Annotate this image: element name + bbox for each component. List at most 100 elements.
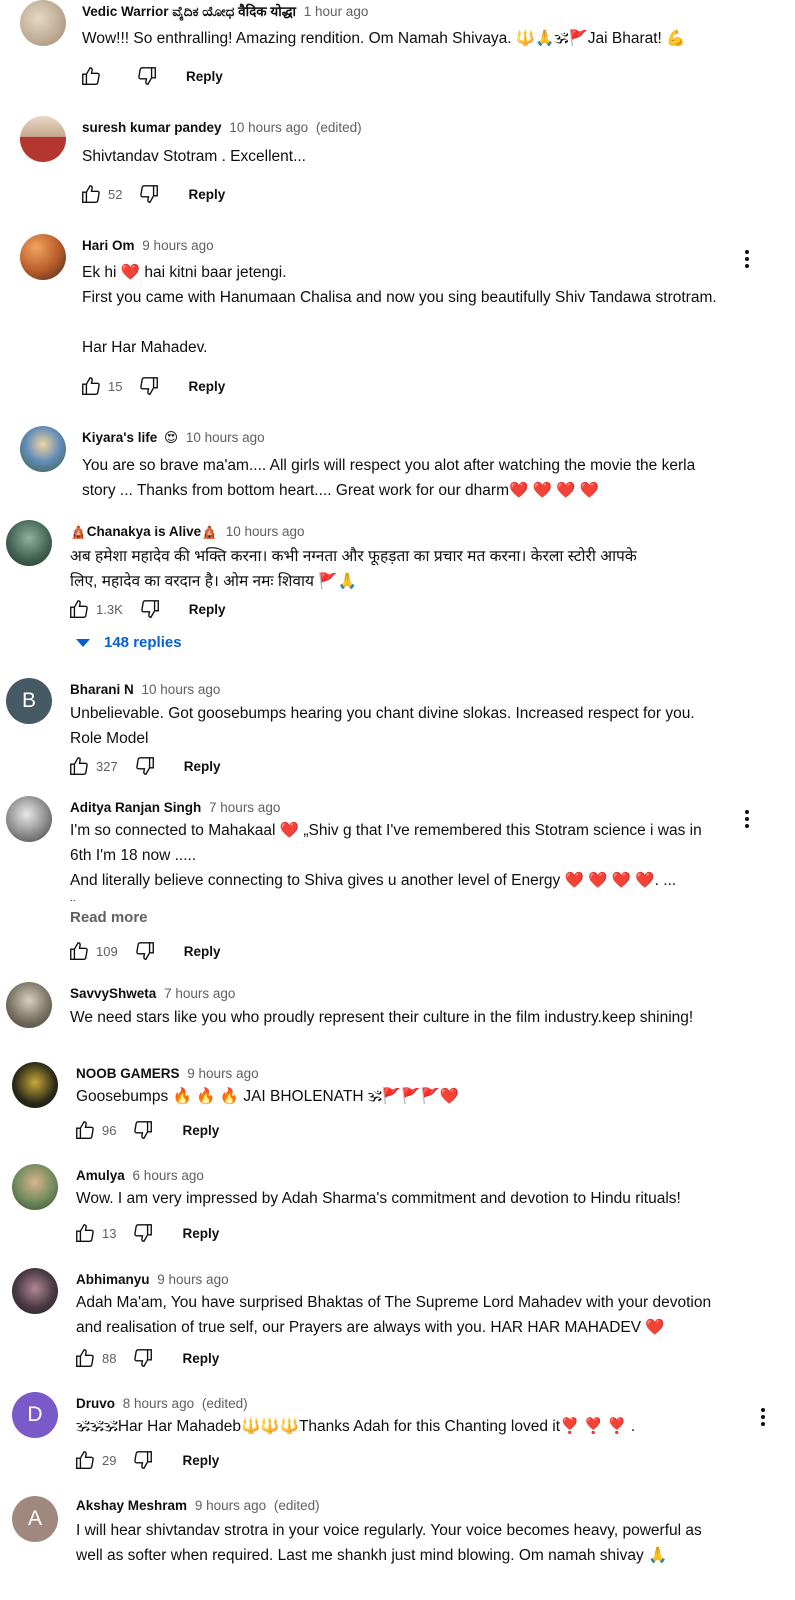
dislike-icon[interactable] [136, 373, 162, 399]
avatar[interactable]: B [6, 678, 52, 724]
like-count: 327 [96, 758, 118, 774]
more-options-icon[interactable] [737, 246, 757, 272]
comment-author[interactable]: SavvyShweta [70, 986, 156, 1001]
avatar[interactable] [6, 796, 52, 842]
comment-time[interactable]: 10 hours ago [229, 120, 308, 135]
like-icon[interactable] [78, 373, 104, 399]
dislike-icon[interactable] [136, 181, 162, 207]
avatar[interactable]: D [12, 1392, 58, 1438]
comment-text: Unbelievable. Got goosebumps hearing you… [70, 705, 695, 747]
emoji-badge: 😍 [164, 430, 179, 445]
comment-text: Wow!!! So enthralling! Amazing rendition… [82, 30, 686, 47]
avatar-letter: D [27, 1403, 43, 1426]
like-icon[interactable] [72, 1345, 98, 1371]
avatar[interactable] [20, 116, 66, 162]
edited-label: (edited) [273, 1498, 320, 1513]
reply-button[interactable]: Reply [186, 69, 223, 84]
comment-time[interactable]: 6 hours ago [133, 1168, 204, 1183]
comment-text: We need stars like you who proudly repre… [70, 1009, 694, 1026]
comment-time[interactable]: 8 hours ago [123, 1396, 194, 1411]
dislike-icon[interactable] [130, 1117, 156, 1143]
comment-author[interactable]: Abhimanyu [76, 1272, 150, 1287]
comment-text: Wow. I am very impressed by Adah Sharma'… [76, 1190, 681, 1207]
avatar[interactable] [12, 1062, 58, 1108]
dislike-icon[interactable] [130, 1345, 156, 1371]
comment-author[interactable]: Akshay Meshram [76, 1498, 187, 1513]
like-icon[interactable] [66, 753, 92, 779]
dislike-icon[interactable] [132, 938, 158, 964]
reply-button[interactable]: Reply [182, 1226, 219, 1241]
avatar[interactable] [12, 1164, 58, 1210]
edited-label: (edited) [315, 120, 362, 135]
comment-author[interactable]: Vedic Warrior ವೈದಿಕ ಯೋಧ वैदिक योद्धा [82, 4, 296, 19]
comment-author[interactable]: Amulya [76, 1168, 125, 1183]
reply-button[interactable]: Reply [188, 379, 225, 394]
comment-text: Ek hi ❤️ hai kitni baar jetengi. First y… [82, 264, 717, 356]
avatar[interactable] [12, 1268, 58, 1314]
comment-author[interactable]: Druvo [76, 1396, 115, 1411]
avatar[interactable] [20, 0, 66, 46]
avatar[interactable] [20, 426, 66, 472]
reply-button[interactable]: Reply [189, 602, 226, 617]
like-icon[interactable] [66, 596, 92, 622]
like-count: 96 [102, 1122, 117, 1138]
like-icon[interactable] [72, 1447, 98, 1473]
like-icon[interactable] [78, 63, 104, 89]
reply-button[interactable]: Reply [184, 759, 221, 774]
comment-author[interactable]: Bharani N [70, 682, 134, 697]
comment-text: You are so brave ma'am.... All girls wil… [82, 457, 696, 499]
like-count: 109 [96, 943, 118, 959]
dislike-icon[interactable] [134, 63, 160, 89]
comment-time[interactable]: 9 hours ago [195, 1498, 266, 1513]
comment-text: I'm so connected to Mahakaal ❤️ „Shiv g … [70, 822, 702, 904]
dislike-icon[interactable] [130, 1220, 156, 1246]
more-options-icon[interactable] [753, 1404, 773, 1430]
comment-time[interactable]: 10 hours ago [186, 430, 265, 445]
avatar[interactable]: A [12, 1496, 58, 1542]
avatar-letter: B [21, 689, 36, 712]
avatar[interactable] [20, 234, 66, 280]
comment-text: Shivtandav Stotram . Excellent... [82, 148, 306, 165]
comment-time[interactable]: 10 hours ago [226, 524, 305, 539]
avatar-letter: A [27, 1507, 42, 1530]
reply-button[interactable]: Reply [182, 1351, 219, 1366]
reply-button[interactable]: Reply [184, 944, 221, 959]
comment-time[interactable]: 9 hours ago [187, 1066, 258, 1081]
comment-time[interactable]: 9 hours ago [157, 1272, 228, 1287]
comment-time[interactable]: 1 hour ago [304, 4, 369, 19]
like-count: 15 [108, 378, 123, 394]
comment-time[interactable]: 7 hours ago [164, 986, 235, 1001]
comment-author[interactable]: Aditya Ranjan Singh [70, 800, 201, 815]
reply-button[interactable]: Reply [188, 187, 225, 202]
comment-author[interactable]: suresh kumar pandey [82, 120, 222, 135]
like-count: 88 [102, 1350, 117, 1366]
comment-author[interactable]: Hari Om [82, 238, 135, 253]
dislike-icon[interactable] [132, 753, 158, 779]
like-icon[interactable] [72, 1117, 98, 1143]
replies-count: 148 replies [104, 634, 182, 651]
comment-author[interactable]: Kiyara's life [82, 430, 157, 445]
comment-time[interactable]: 7 hours ago [209, 800, 280, 815]
like-count: 52 [108, 186, 123, 202]
like-count: 1.3K [96, 601, 123, 617]
comment-text: Goosebumps 🔥 🔥 🔥 JAI BHOLENATH 🕉🚩🚩🚩❤️ [76, 1088, 460, 1105]
chevron-down-icon [76, 638, 90, 647]
dislike-icon[interactable] [130, 1447, 156, 1473]
dislike-icon[interactable] [137, 596, 163, 622]
like-count: 29 [102, 1452, 117, 1468]
like-icon[interactable] [78, 181, 104, 207]
like-count: 13 [102, 1225, 117, 1241]
comment-author[interactable]: NOOB GAMERS [76, 1066, 180, 1081]
more-options-icon[interactable] [737, 806, 757, 832]
avatar[interactable] [6, 982, 52, 1028]
reply-button[interactable]: Reply [182, 1123, 219, 1138]
view-replies-button[interactable]: 148 replies [76, 634, 182, 651]
reply-button[interactable]: Reply [182, 1453, 219, 1468]
like-icon[interactable] [72, 1220, 98, 1246]
comment-time[interactable]: 10 hours ago [142, 682, 221, 697]
avatar[interactable] [6, 520, 52, 566]
like-icon[interactable] [66, 938, 92, 964]
comment-time[interactable]: 9 hours ago [142, 238, 213, 253]
read-more-link[interactable]: Read more [70, 909, 148, 926]
comment-author[interactable]: 🛕Chanakya is Alive🛕 [70, 524, 218, 539]
